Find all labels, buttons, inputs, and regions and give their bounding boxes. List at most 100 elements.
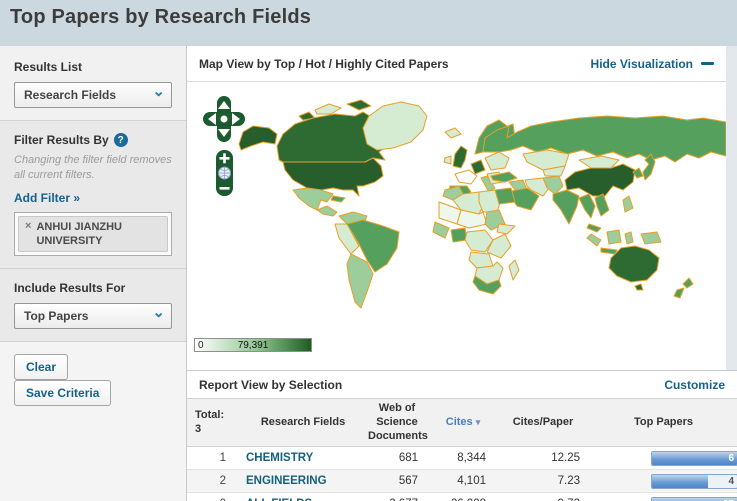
hide-visualization-link[interactable]: Hide Visualization	[591, 57, 714, 71]
map-region-russia	[482, 115, 726, 163]
total-count: Total: 3	[187, 397, 242, 448]
column-header-top-papers[interactable]: Top Papers	[590, 397, 737, 448]
customize-link[interactable]: Customize	[664, 378, 725, 392]
chevron-down-icon: ⌄	[152, 304, 165, 322]
collapse-minus-icon	[701, 62, 714, 65]
include-results-section: Include Results For Top Papers ⌄	[0, 268, 186, 342]
save-criteria-button[interactable]: Save Criteria	[14, 380, 112, 407]
map-region-angola-zambia	[468, 251, 494, 269]
map-region-vietnam	[594, 193, 610, 217]
row-cites: 26,008	[430, 492, 496, 501]
map-region-united-kingdom	[452, 145, 468, 169]
top-papers-bar: 4	[651, 473, 737, 489]
add-filter-link[interactable]: Add Filter »	[14, 191, 80, 205]
map-region-new-guinea	[640, 231, 662, 245]
results-list-select[interactable]: Research Fields ⌄	[14, 82, 172, 108]
map-region-niger-chad	[456, 209, 488, 229]
top-papers-bar: 6	[651, 450, 737, 466]
report-title: Report View by Selection	[199, 377, 343, 392]
map-region-sumatra	[586, 233, 602, 247]
results-list-value: Research Fields	[24, 88, 117, 102]
map-region-myanmar-thailand	[578, 193, 596, 219]
map-panel: Map View by Top / Hot / Highly Cited Pap…	[187, 46, 726, 370]
map-region-borneo	[606, 229, 622, 245]
zoom-out-button	[219, 187, 230, 190]
map-region-japan	[642, 153, 656, 181]
map-region-tasmania	[634, 283, 644, 291]
top-papers-value: 4	[728, 475, 734, 487]
map-view-title: Map View by Top / Hot / Highly Cited Pap…	[199, 56, 449, 71]
map-region-philippines	[622, 195, 634, 213]
results-list-label: Results List	[14, 60, 83, 74]
map-region-west-africa	[432, 221, 450, 239]
column-header-cites[interactable]: Cites ▾	[430, 397, 496, 448]
include-results-value: Top Papers	[24, 309, 89, 324]
map-region-new-zealand	[673, 287, 685, 299]
help-icon[interactable]: ?	[113, 133, 128, 147]
row-rank: 2	[187, 469, 242, 494]
field-link[interactable]: CHEMISTRY	[246, 452, 313, 464]
map-region-arctic-islands	[346, 99, 372, 111]
row-cites-per-paper: 12.25	[496, 446, 590, 471]
world-map-svg	[238, 99, 726, 309]
top-papers-value: 6	[728, 452, 734, 464]
column-header-research-fields[interactable]: Research Fields	[242, 397, 364, 448]
field-link[interactable]: ENGINEERING	[246, 475, 327, 487]
map-region-arctic-islands	[314, 103, 342, 115]
map-region-mongolia	[578, 155, 620, 169]
filter-tag-label: ANHUI JIANZHU UNIVERSITY	[36, 220, 122, 247]
map-region-china	[564, 163, 636, 197]
include-results-label: Include Results For	[14, 281, 126, 296]
legend-max-value: 79,391	[237, 340, 269, 351]
map-region-germany	[470, 159, 486, 175]
filter-tag[interactable]: × ANHUI JIANZHU UNIVERSITY	[18, 215, 168, 253]
map-region-india	[552, 189, 580, 225]
world-choropleth-map[interactable]: 0 79,391	[187, 82, 726, 370]
map-region-eastern-europe	[484, 151, 510, 171]
sidebar-actions: Clear Save Criteria	[0, 341, 186, 501]
filter-tag-box: × ANHUI JIANZHU UNIVERSITY	[14, 211, 172, 257]
map-region-java	[600, 247, 618, 255]
row-docs: 567	[364, 469, 430, 494]
row-cites-per-paper: 7.23	[496, 469, 590, 494]
include-results-select[interactable]: Top Papers ⌄	[14, 303, 172, 330]
sort-desc-icon: ▾	[475, 416, 481, 427]
hide-visualization-label: Hide Visualization	[590, 56, 693, 71]
map-zoom-control[interactable]	[216, 150, 233, 196]
map-legend-gradient: 0 79,391	[194, 338, 312, 352]
top-papers-bar: 27	[651, 496, 737, 501]
clear-button[interactable]: Clear	[14, 354, 69, 381]
column-header-cites-per-paper[interactable]: Cites/Paper	[496, 397, 590, 448]
map-region-new-zealand	[682, 277, 694, 289]
row-docs: 681	[364, 446, 430, 471]
filter-note: Changing the filter field removes all cu…	[14, 154, 172, 181]
page-title: Top Papers by Research Fields	[10, 6, 312, 28]
map-region-malaysia	[586, 223, 602, 233]
map-region-france	[454, 169, 478, 185]
map-pan-control[interactable]	[203, 96, 245, 142]
chevron-down-icon: ⌄	[152, 83, 165, 100]
results-list-section: Results List Research Fields ⌄	[0, 46, 186, 120]
results-table: Total: 3 Research Fields Web of Science …	[187, 397, 737, 501]
filter-heading: Filter Results By	[14, 133, 109, 147]
map-region-iceland	[444, 127, 462, 139]
map-region-cuba	[330, 195, 346, 203]
map-region-egypt	[494, 187, 516, 205]
sidebar: Results List Research Fields ⌄ Filter Re…	[0, 46, 187, 501]
map-region-ireland	[443, 155, 452, 165]
row-cites: 8,344	[430, 446, 496, 471]
column-header-wos-documents[interactable]: Web of Science Documents	[364, 397, 430, 448]
row-docs: 2,677	[364, 492, 430, 501]
row-rank: 1	[187, 446, 242, 471]
legend-min-value: 0	[198, 340, 204, 351]
page-title-bar: Top Papers by Research Fields	[0, 0, 737, 46]
map-region-madagascar	[508, 259, 520, 281]
table-row: 1 CHEMISTRY 681 8,344 12.25 6	[187, 446, 737, 471]
map-region-ethiopia	[496, 223, 516, 235]
remove-filter-icon[interactable]: ×	[25, 220, 31, 249]
page: Top Papers by Research Fields Results Li…	[0, 0, 737, 501]
table-row: 2 ENGINEERING 567 4,101 7.23 4	[187, 469, 737, 494]
row-cites-per-paper: 9.72	[496, 492, 590, 501]
table-row: 0 ALL FIELDS 2,677 26,008 9.72 27	[187, 492, 737, 501]
report-panel: Report View by Selection Customize Total…	[187, 370, 737, 501]
